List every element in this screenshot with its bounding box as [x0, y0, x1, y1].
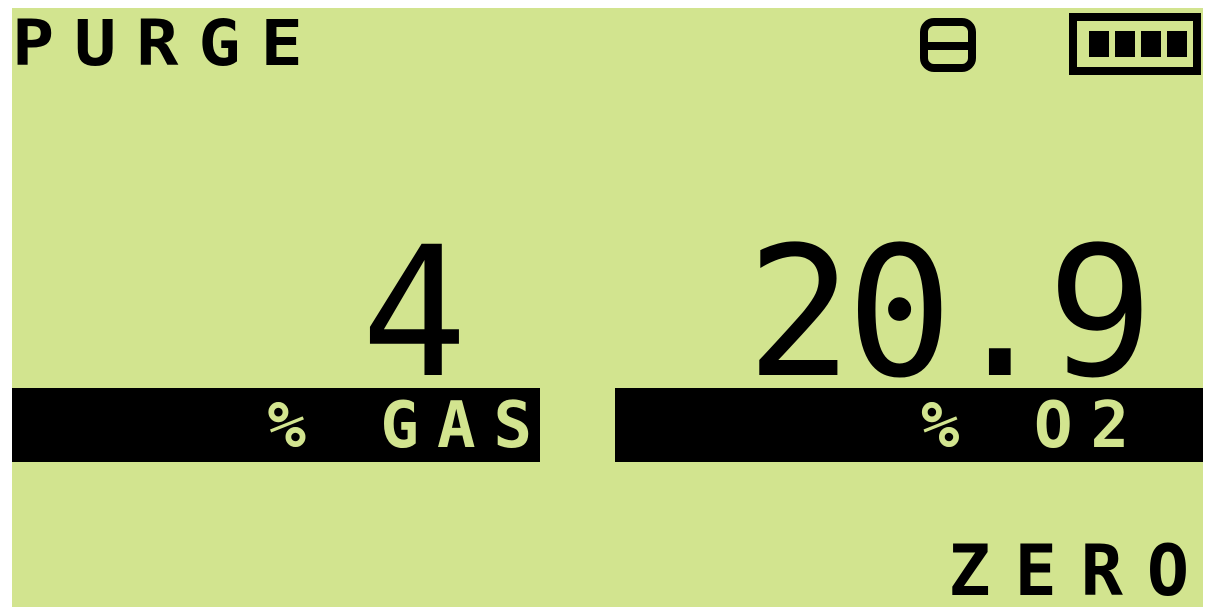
zero-function-label[interactable]: ZERO — [948, 536, 1203, 606]
gas-reading: 4 — [360, 209, 467, 418]
o2-label: % O2 — [920, 389, 1147, 462]
gas-label: % GAS — [267, 389, 540, 462]
lcd-screen: PURGE 4 20.9 % GAS % O2 ZERO — [12, 8, 1203, 607]
o2-reading: 20.9 — [745, 209, 1153, 418]
gas-label-bar: % GAS — [12, 388, 540, 462]
o2-label-bar: % O2 — [615, 388, 1203, 462]
pump-status-icon — [920, 18, 976, 72]
battery-full-icon — [1069, 13, 1201, 75]
mode-label: PURGE — [12, 8, 323, 81]
